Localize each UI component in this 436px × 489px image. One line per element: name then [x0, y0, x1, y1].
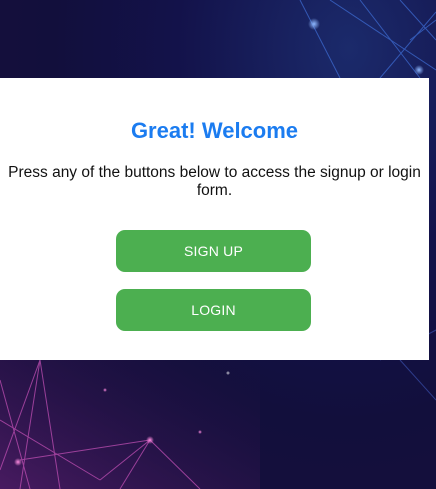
welcome-title: Great! Welcome: [130, 118, 299, 143]
login-button[interactable]: LOGIN: [116, 289, 311, 331]
welcome-description: Press any of the buttons below to access…: [8, 164, 421, 199]
welcome-card: Great! Welcome Press any of the buttons …: [0, 78, 429, 360]
signup-button[interactable]: SIGN UP: [116, 230, 311, 272]
